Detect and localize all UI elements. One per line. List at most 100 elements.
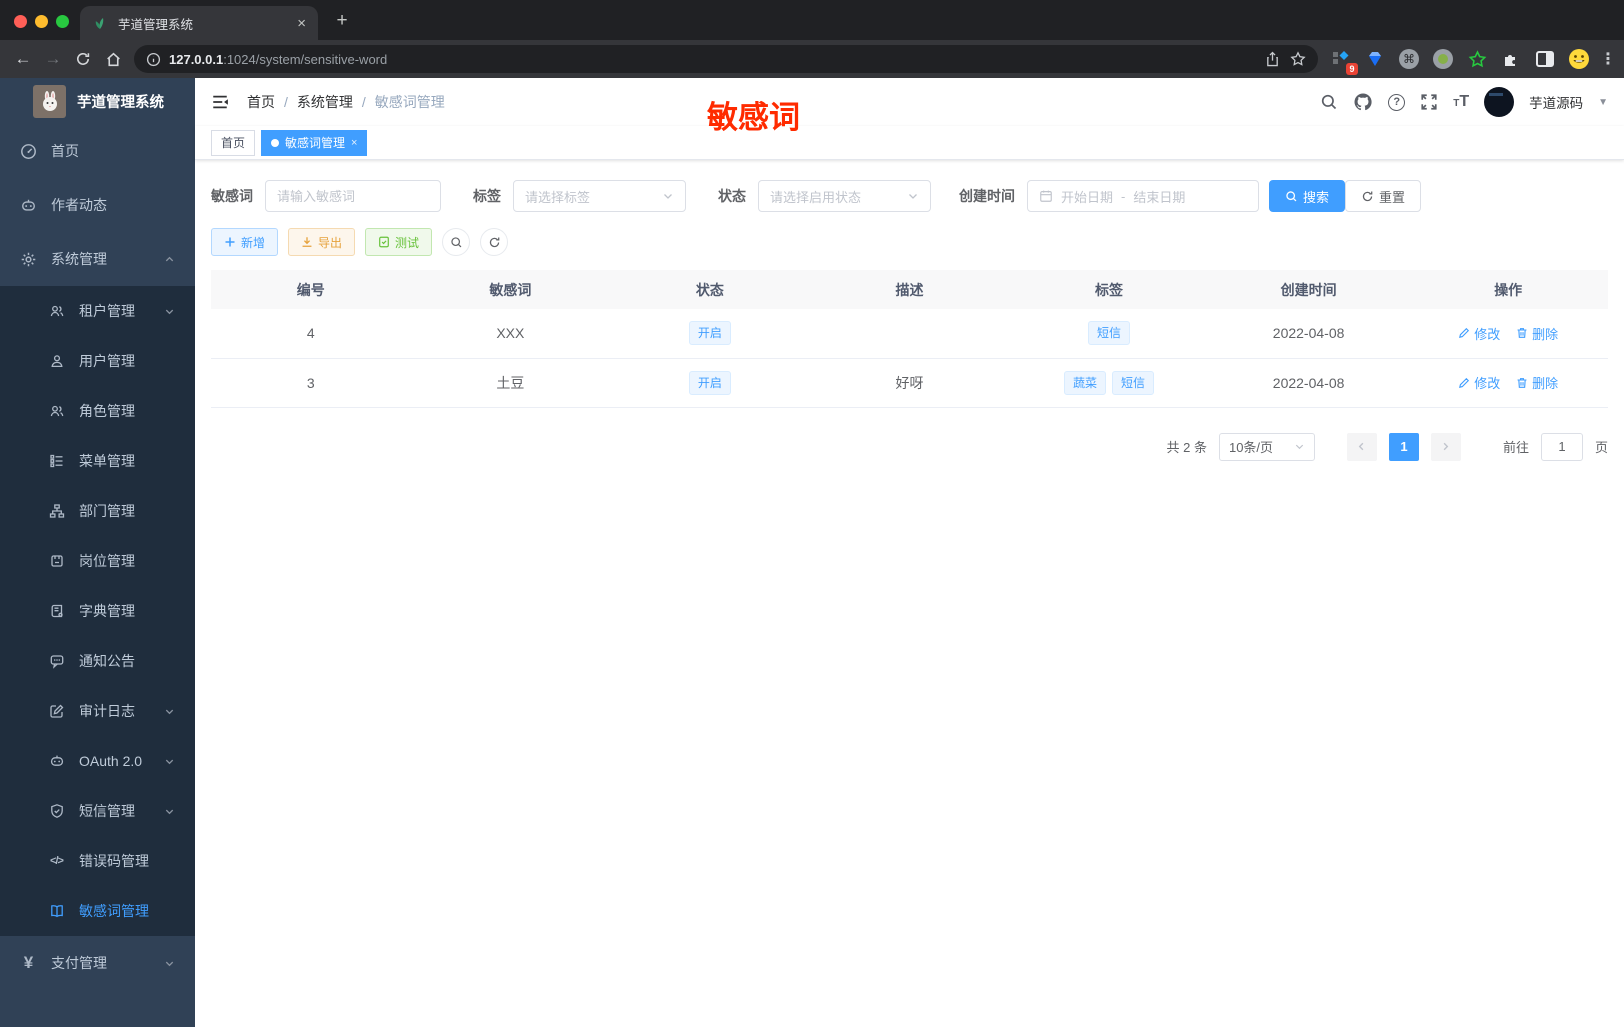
start-date-placeholder[interactable]: 开始日期 (1061, 187, 1113, 206)
reload-icon[interactable] (68, 44, 98, 74)
sidebar-item-tenant[interactable]: 租户管理 (0, 286, 195, 336)
sidebar-item-label: 支付管理 (51, 955, 107, 971)
goto-page-input[interactable] (1540, 432, 1583, 461)
tag-view-active[interactable]: 敏感词管理 × (261, 129, 368, 156)
extension-bar: 9 ⌘ (1330, 48, 1590, 75)
sidebar-item-label: 用户管理 (79, 353, 135, 369)
home-icon[interactable] (98, 44, 128, 74)
delete-link[interactable]: 删除 (1516, 373, 1558, 392)
url-bar[interactable]: 127.0.0.1:1024/system/sensitive-word (134, 45, 1318, 73)
profile-avatar-emoji[interactable] (1568, 48, 1590, 70)
yen-icon: ¥ (23, 953, 34, 972)
edit-link-label: 修改 (1474, 326, 1501, 342)
sidebar-item-label: 菜单管理 (79, 453, 135, 469)
star-extension-icon[interactable] (1466, 48, 1488, 70)
breadcrumb-home[interactable]: 首页 (247, 92, 275, 112)
pagination: 共 2 条 10条/页 1 前往 页 (211, 432, 1608, 461)
test-button-label: 测试 (395, 235, 420, 250)
refresh-table-button[interactable] (480, 228, 509, 256)
page-number-current[interactable]: 1 (1388, 432, 1419, 461)
date-range-picker[interactable]: 开始日期 - 结束日期 (1027, 180, 1259, 212)
status-select[interactable]: 请选择启用状态 (758, 180, 931, 212)
search-icon[interactable] (1320, 93, 1338, 111)
tag-badge: 蔬菜 (1064, 370, 1107, 395)
tag-view-home[interactable]: 首页 (211, 129, 256, 156)
side-panel-icon[interactable] (1534, 48, 1556, 70)
sidebar-item-label: 错误码管理 (79, 853, 149, 869)
cell-status: 开启 (610, 358, 810, 408)
close-window-button[interactable] (14, 15, 27, 28)
chevron-down-icon[interactable]: ▼ (1598, 97, 1608, 108)
cell-created: 2022-04-08 (1208, 358, 1409, 408)
sidebar-item-oauth[interactable]: OAuth 2.0 (0, 736, 195, 786)
gem-extension-icon[interactable] (1364, 48, 1386, 70)
close-icon[interactable]: × (351, 137, 357, 149)
sidebar-item-user[interactable]: 用户管理 (0, 336, 195, 386)
page-size-select[interactable]: 10条/页 (1218, 432, 1315, 461)
sidebar-item-notice[interactable]: 通知公告 (0, 636, 195, 686)
zoom-window-button[interactable] (56, 15, 69, 28)
help-icon[interactable]: ? (1388, 93, 1406, 111)
forward-icon[interactable]: → (38, 44, 68, 74)
font-size-icon[interactable]: TT (1453, 93, 1469, 111)
keyword-input-wrap (265, 180, 441, 212)
tag-select[interactable]: 请选择标签 (513, 180, 686, 212)
tab-manager-extension-icon[interactable]: 9 (1330, 48, 1358, 75)
sidebar-item-post[interactable]: 岗位管理 (0, 536, 195, 586)
search-button[interactable]: 搜索 (1269, 180, 1346, 212)
edit-link[interactable]: 修改 (1458, 324, 1500, 343)
username[interactable]: 芋道源码 (1529, 92, 1583, 112)
site-info-icon[interactable] (146, 52, 161, 67)
sidebar-item-menu[interactable]: 菜单管理 (0, 436, 195, 486)
keyword-input[interactable] (277, 188, 429, 204)
user-avatar[interactable] (1484, 87, 1515, 117)
github-icon[interactable] (1353, 92, 1373, 112)
browser-toolbar: ← → 127.0.0.1:1024/system/sensitive-word… (0, 40, 1624, 78)
url-text[interactable]: 127.0.0.1:1024/system/sensitive-word (169, 52, 1255, 67)
add-button[interactable]: 新增 (211, 228, 279, 256)
cell-word: 土豆 (410, 358, 611, 408)
fullscreen-icon[interactable] (1420, 93, 1438, 111)
next-page-button[interactable] (1430, 432, 1461, 461)
prev-page-button[interactable] (1346, 432, 1377, 461)
show-search-toggle-button[interactable] (442, 228, 471, 256)
cell-tags: 蔬菜 短信 (1009, 358, 1209, 408)
test-button[interactable]: 测试 (365, 228, 433, 256)
collapse-sidebar-icon[interactable] (211, 93, 229, 111)
cell-id: 4 (211, 309, 411, 359)
sidebar-item-errcode[interactable]: </> 错误码管理 (0, 836, 195, 886)
delete-link[interactable]: 删除 (1516, 324, 1558, 343)
sidebar-item-audit[interactable]: 审计日志 (0, 686, 195, 736)
sidebar-item-label: 敏感词管理 (79, 903, 149, 919)
export-button[interactable]: 导出 (288, 228, 356, 256)
breadcrumb-system[interactable]: 系统管理 (297, 92, 353, 112)
end-date-placeholder[interactable]: 结束日期 (1133, 187, 1185, 206)
new-tab-button[interactable]: + (330, 9, 354, 33)
keyword-label: 敏感词 (211, 188, 253, 204)
status-label: 状态 (718, 188, 746, 204)
sidebar-item-dict[interactable]: 字典管理 (0, 586, 195, 636)
bookmark-star-icon[interactable] (1290, 51, 1306, 67)
tab-close-icon[interactable]: × (297, 16, 306, 31)
browser-menu-icon[interactable]: ⋮ (1600, 49, 1616, 69)
extensions-puzzle-icon[interactable] (1500, 48, 1522, 70)
sidebar-item-author[interactable]: 作者动态 (0, 178, 195, 232)
back-icon[interactable]: ← (8, 44, 38, 74)
browser-tab[interactable]: 芋道管理系统 × (80, 6, 318, 40)
sidebar-item-home[interactable]: 首页 (0, 124, 195, 178)
reset-button[interactable]: 重置 (1345, 180, 1422, 212)
command-extension-icon[interactable]: ⌘ (1398, 48, 1420, 70)
recorder-extension-icon[interactable] (1432, 48, 1454, 70)
sidebar-item-role[interactable]: 角色管理 (0, 386, 195, 436)
sidebar-item-sms[interactable]: 短信管理 (0, 786, 195, 836)
share-icon[interactable] (1265, 51, 1280, 67)
sidebar-item-sensitive-word[interactable]: 敏感词管理 (0, 886, 195, 936)
app-header: 首页 / 系统管理 / 敏感词管理 ? TT 芋道源码 ▼ (195, 78, 1624, 126)
cell-id: 3 (211, 358, 411, 408)
sidebar-item-dept[interactable]: 部门管理 (0, 486, 195, 536)
sidebar-logo[interactable]: 芋道管理系统 (0, 78, 195, 124)
edit-link[interactable]: 修改 (1458, 373, 1500, 392)
sidebar-item-system[interactable]: 系统管理 (0, 232, 195, 286)
minimize-window-button[interactable] (35, 15, 48, 28)
sidebar-item-payment[interactable]: ¥ 支付管理 (0, 936, 195, 990)
